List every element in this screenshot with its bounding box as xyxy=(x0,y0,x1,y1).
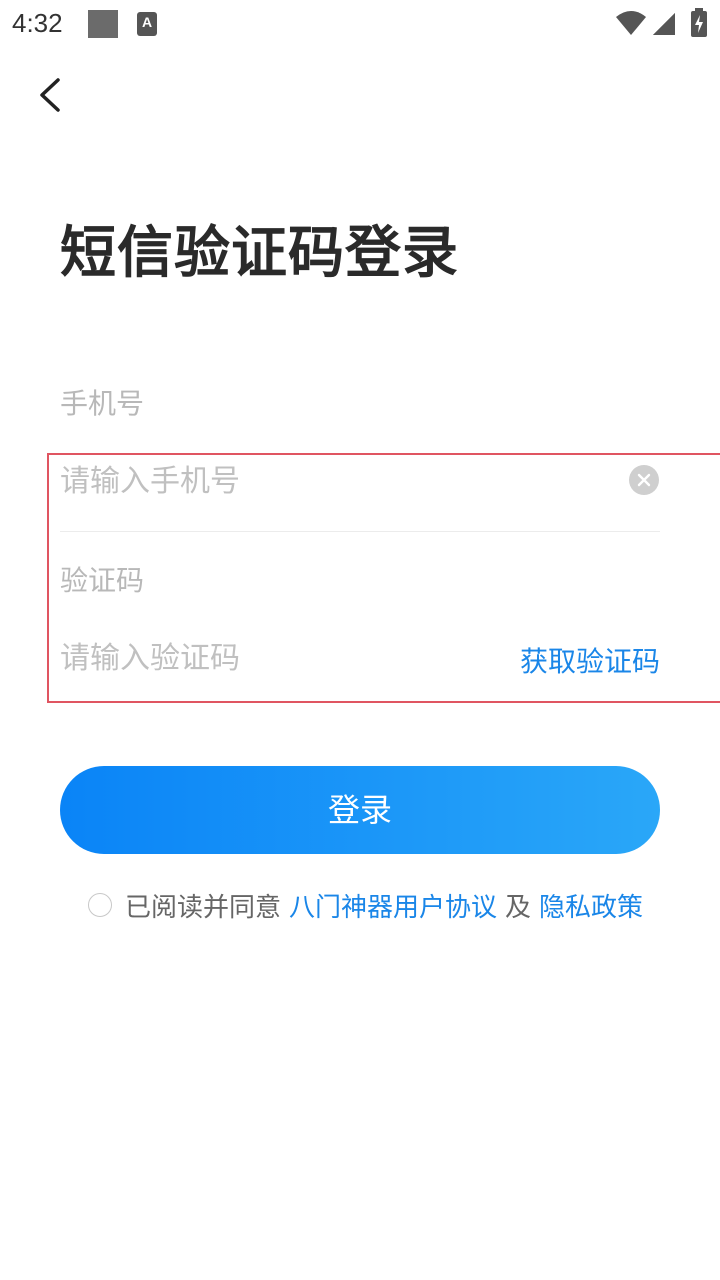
phone-input[interactable] xyxy=(60,451,620,511)
code-input[interactable] xyxy=(60,628,480,688)
privacy-policy-link[interactable]: 隐私政策 xyxy=(539,887,643,924)
agreement-row: 已阅读并同意 八门神器用户协议 及 隐私政策 xyxy=(88,887,643,924)
chevron-left-icon xyxy=(28,78,78,124)
notification-square-icon xyxy=(88,10,118,38)
code-label: 验证码 xyxy=(60,564,145,597)
login-button[interactable]: 登录 xyxy=(60,766,660,854)
page-title: 短信验证码登录 xyxy=(60,221,459,286)
agreement-conjunction: 及 xyxy=(505,892,532,923)
back-button[interactable] xyxy=(28,70,78,120)
battery-charging-icon xyxy=(690,8,708,42)
user-agreement-link[interactable]: 八门神器用户协议 xyxy=(289,887,497,924)
field-divider xyxy=(60,531,660,532)
clear-phone-button[interactable] xyxy=(629,465,659,495)
cell-signal-icon xyxy=(652,12,676,40)
notification-a-icon: A xyxy=(137,12,157,36)
get-code-button[interactable]: 获取验证码 xyxy=(520,640,660,680)
agreement-prefix: 已阅读并同意 xyxy=(125,892,282,923)
wifi-icon xyxy=(615,10,647,40)
status-time: 4:32 xyxy=(12,8,63,38)
phone-label: 手机号 xyxy=(60,387,145,420)
status-bar: 4:32 A xyxy=(0,0,720,50)
agreement-checkbox[interactable] xyxy=(88,893,112,917)
